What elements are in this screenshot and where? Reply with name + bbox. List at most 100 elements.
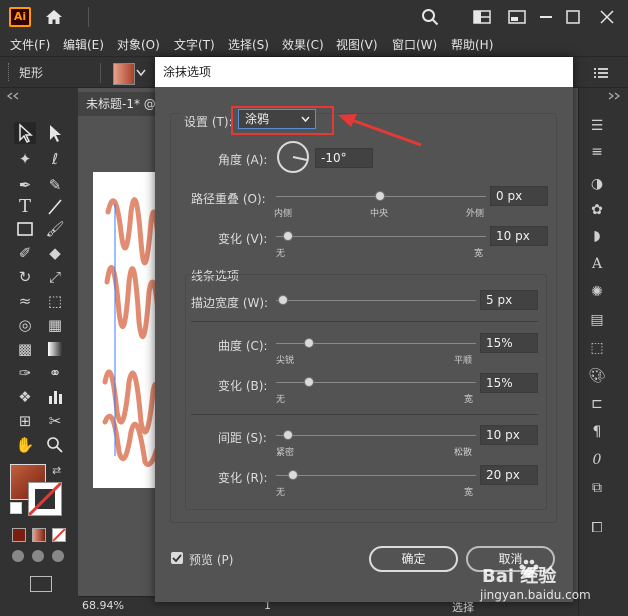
artboard-tool-icon[interactable]: ⊞: [14, 410, 36, 432]
close-icon[interactable]: [600, 8, 614, 26]
layers-icon[interactable]: ≡: [587, 142, 607, 162]
menu-effect[interactable]: 效果(C): [282, 34, 324, 56]
curvature-tool-icon[interactable]: ✎: [44, 174, 66, 196]
default-colors-icon[interactable]: [10, 502, 22, 514]
curviness-variation-slider[interactable]: [304, 377, 314, 387]
curviness-variation-input[interactable]: 15%: [480, 373, 538, 393]
rotate-tool-icon[interactable]: ↻: [14, 266, 36, 288]
color-icon[interactable]: ◑: [587, 174, 607, 194]
align-icon[interactable]: ⊏: [587, 394, 607, 414]
graphic-styles-icon[interactable]: 🎨︎: [587, 366, 607, 386]
spacing-variation-track[interactable]: [276, 475, 476, 476]
menu-select[interactable]: 选择(S): [228, 34, 269, 56]
eraser-tool-icon[interactable]: ◆: [44, 242, 66, 264]
menu-edit[interactable]: 编辑(E): [63, 34, 104, 56]
zoom-level[interactable]: 68.94%: [82, 599, 124, 612]
angle-dial[interactable]: [276, 140, 310, 174]
type-tool-icon[interactable]: T: [14, 196, 36, 218]
panel-menu-icon[interactable]: [594, 67, 608, 79]
draw-normal-icon[interactable]: [12, 550, 24, 562]
home-icon[interactable]: [44, 7, 64, 27]
path-variation-input[interactable]: 10 px: [490, 226, 548, 246]
perspective-grid-tool-icon[interactable]: ▦: [44, 314, 66, 336]
spacing-slider[interactable]: [283, 430, 293, 440]
lasso-tool-icon[interactable]: ℓ: [44, 148, 66, 170]
line-tool-icon[interactable]: [44, 196, 66, 218]
menu-window[interactable]: 窗口(W): [392, 34, 437, 56]
curviness-slider[interactable]: [304, 338, 314, 348]
fill-swatch[interactable]: [113, 63, 135, 85]
character-icon[interactable]: A: [587, 254, 607, 274]
gradient-mode-icon[interactable]: [32, 528, 46, 542]
spacing-track[interactable]: [276, 435, 476, 436]
preview-checkbox[interactable]: [171, 552, 183, 564]
search-icon[interactable]: [421, 8, 439, 26]
shape-builder-tool-icon[interactable]: ◎: [14, 314, 36, 336]
stroke-width-input[interactable]: 5 px: [480, 290, 538, 310]
selection-tool-icon[interactable]: [14, 122, 36, 144]
menu-type[interactable]: 文字(T): [174, 34, 215, 56]
zoom-tool-icon[interactable]: [44, 434, 66, 456]
scale-tool-icon[interactable]: ⤢: [44, 266, 66, 288]
stroke-width-slider[interactable]: [278, 295, 288, 305]
curviness-input[interactable]: 15%: [480, 333, 538, 353]
opentype-icon[interactable]: 0: [587, 450, 607, 470]
path-variation-track[interactable]: [276, 236, 486, 237]
gradient-panel-icon[interactable]: ▤: [587, 310, 607, 330]
arrange-window-icon[interactable]: [508, 8, 526, 26]
draw-inside-icon[interactable]: [52, 550, 64, 562]
menu-help[interactable]: 帮助(H): [451, 34, 493, 56]
paintbrush-tool-icon[interactable]: 🖌︎: [44, 218, 66, 240]
draw-behind-icon[interactable]: [32, 550, 44, 562]
angle-input[interactable]: -10°: [315, 148, 373, 168]
menu-object[interactable]: 对象(O): [117, 34, 160, 56]
stroke-color-swatch[interactable]: [28, 482, 62, 516]
path-variation-slider[interactable]: [283, 231, 293, 241]
blend-tool-icon[interactable]: ⚭: [44, 362, 66, 384]
slice-tool-icon[interactable]: ✂: [44, 410, 66, 432]
gradient-tool-icon[interactable]: [44, 338, 66, 360]
minimize-icon[interactable]: [540, 16, 552, 18]
maximize-icon[interactable]: [566, 8, 580, 26]
magic-wand-tool-icon[interactable]: ✦: [14, 148, 36, 170]
free-transform-tool-icon[interactable]: ⬚: [44, 290, 66, 312]
appearance-icon[interactable]: ✺: [587, 282, 607, 302]
path-overlap-input[interactable]: 0 px: [490, 186, 548, 206]
rectangle-tool-icon[interactable]: [14, 218, 36, 240]
collapse-icon[interactable]: [6, 92, 20, 100]
pen-tool-icon[interactable]: ✒: [14, 174, 36, 196]
brushes-icon[interactable]: ◗: [587, 226, 607, 246]
swap-colors-icon[interactable]: ⇄: [52, 464, 64, 477]
swatches-icon[interactable]: ✿: [587, 200, 607, 220]
menu-file[interactable]: 文件(F): [10, 34, 50, 56]
workspace-layout-icon[interactable]: [473, 8, 491, 26]
preview-label[interactable]: 预览 (P): [189, 551, 233, 568]
symbol-sprayer-tool-icon[interactable]: ❖: [14, 386, 36, 408]
artboard[interactable]: [93, 172, 164, 488]
transform-icon[interactable]: ⬚: [587, 338, 607, 358]
expand-icon[interactable]: [607, 92, 621, 100]
shaper-tool-icon[interactable]: ✐: [14, 242, 36, 264]
spacing-variation-input[interactable]: 20 px: [480, 465, 538, 485]
graph-tool-icon[interactable]: [44, 386, 66, 408]
hand-tool-icon[interactable]: ✋: [14, 434, 36, 456]
path-overlap-slider[interactable]: [375, 191, 385, 201]
color-mode-icon[interactable]: [12, 528, 26, 542]
none-mode-icon[interactable]: [52, 528, 66, 542]
eyedropper-tool-icon[interactable]: ✑: [14, 362, 36, 384]
ok-button[interactable]: 确定: [369, 546, 458, 572]
direct-selection-tool-icon[interactable]: [44, 122, 66, 144]
paragraph-icon[interactable]: ¶: [587, 422, 607, 442]
chevron-down-icon[interactable]: [136, 69, 146, 77]
spacing-input[interactable]: 10 px: [480, 425, 538, 445]
properties-icon[interactable]: ☰: [587, 116, 607, 136]
stroke-width-track[interactable]: [276, 300, 476, 301]
spacing-variation-slider[interactable]: [288, 470, 298, 480]
artboards-icon[interactable]: ⧠: [587, 518, 607, 538]
pathfinder-icon[interactable]: ⧉: [587, 478, 607, 498]
mesh-tool-icon[interactable]: ▩: [14, 338, 36, 360]
screen-mode-icon[interactable]: [30, 576, 52, 592]
width-tool-icon[interactable]: ≈: [14, 290, 36, 312]
settings-dropdown[interactable]: 涂鸦: [238, 109, 316, 129]
menu-view[interactable]: 视图(V): [336, 34, 378, 56]
